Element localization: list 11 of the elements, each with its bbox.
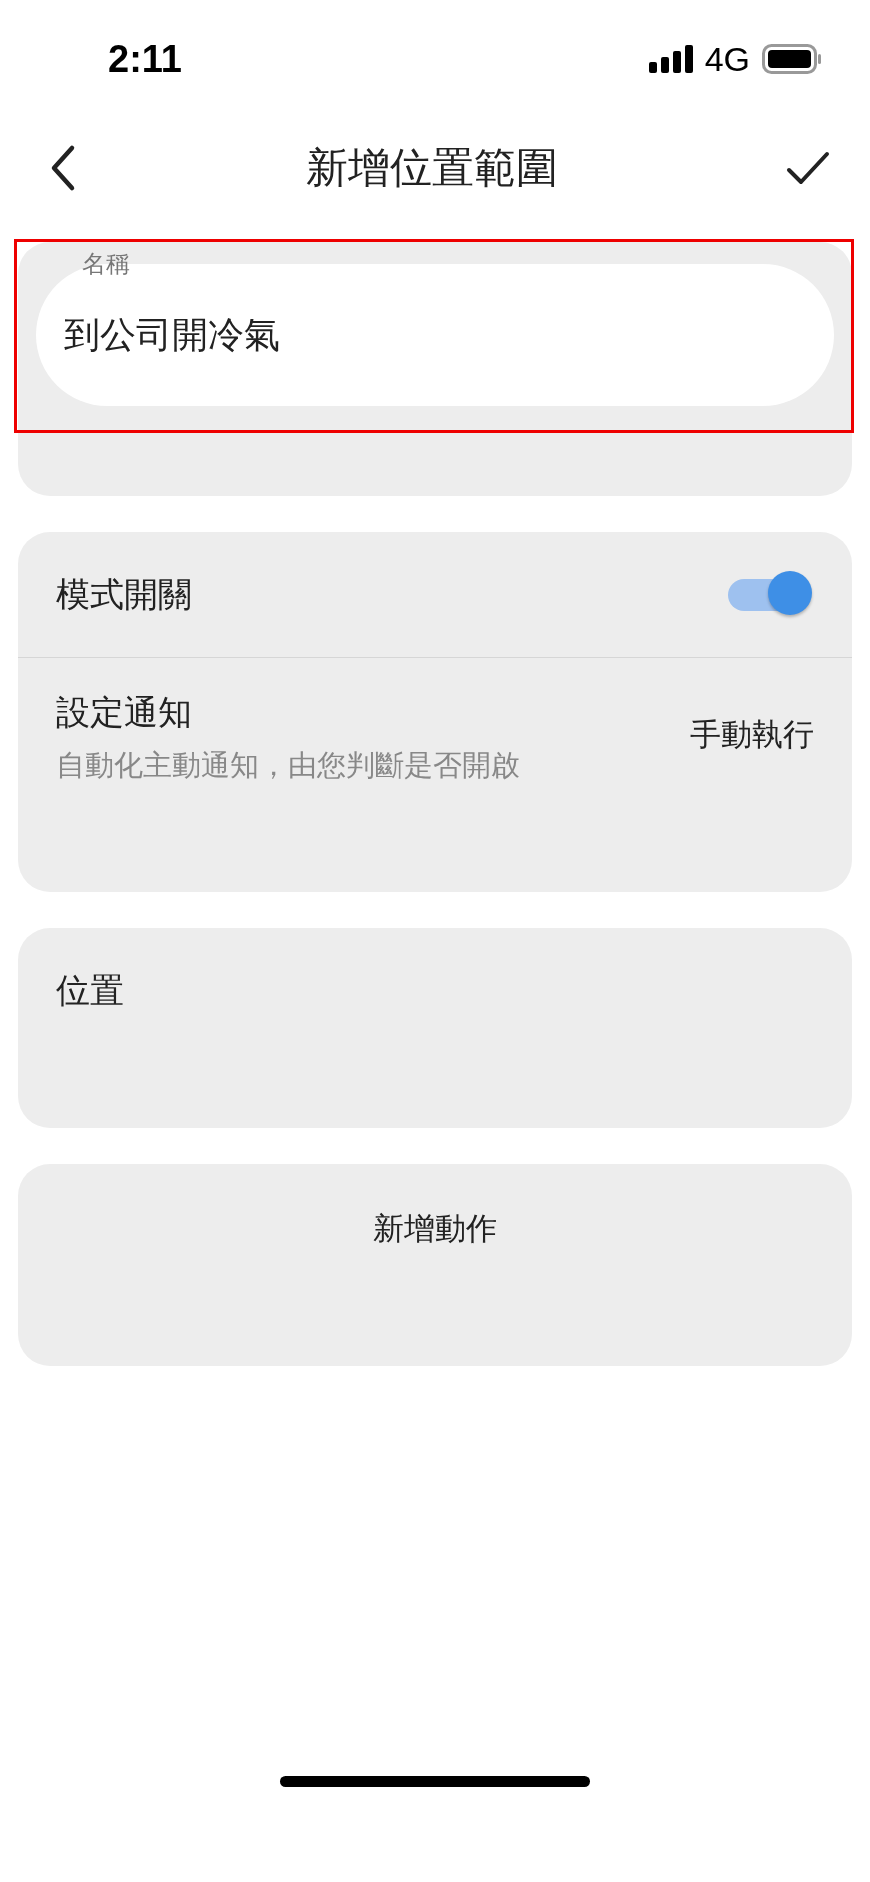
signal-icon bbox=[648, 45, 693, 73]
setting-label: 設定通知 bbox=[56, 691, 193, 734]
page-title: 新增位置範圍 bbox=[306, 142, 558, 194]
add-action-button[interactable]: 新增動作 bbox=[18, 1164, 852, 1366]
network-label: 4G bbox=[704, 39, 750, 79]
setting-description: 自動化主動通知，由您判斷是否開啟 bbox=[56, 747, 520, 784]
setting-value[interactable]: 手動執行 bbox=[690, 714, 814, 756]
battery-icon bbox=[762, 44, 822, 74]
location-label: 位置 bbox=[56, 969, 125, 1012]
status-time: 2:11 bbox=[108, 37, 182, 81]
setting-label: 模式開關 bbox=[56, 572, 192, 616]
